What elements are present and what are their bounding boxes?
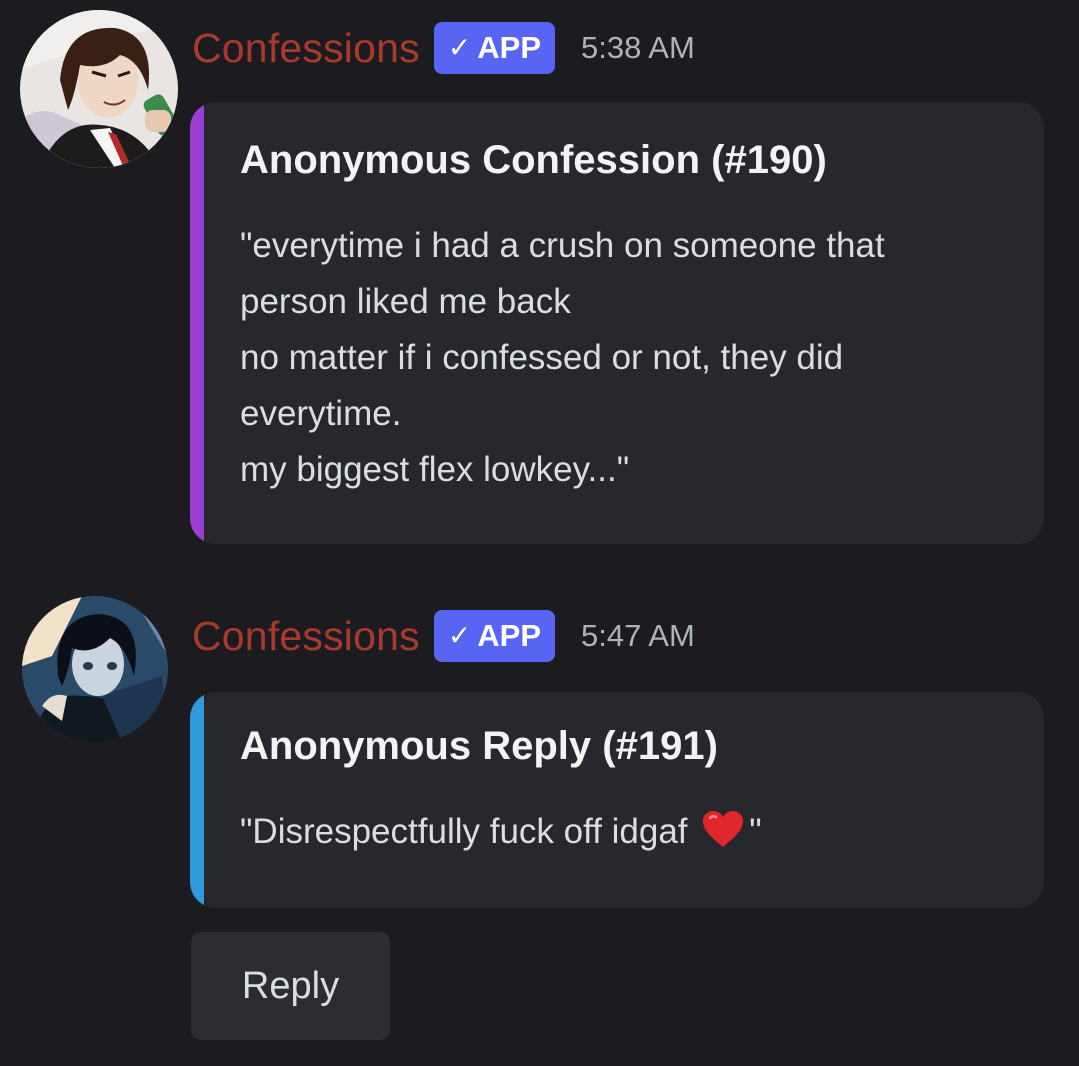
timestamp: 5:38 AM (581, 30, 695, 65)
user-avatar[interactable] (20, 10, 178, 168)
user-avatar[interactable] (22, 596, 168, 742)
username[interactable]: Confessions (192, 25, 420, 72)
checkmark-icon: ✓ (447, 620, 472, 651)
embed-card: Anonymous Reply (#191) "Disrespectfully … (190, 692, 1044, 908)
embed-title: Anonymous Confession (#190) (240, 138, 827, 182)
app-badge: ✓ APP (433, 22, 556, 74)
checkmark-icon: ✓ (447, 32, 472, 63)
heart-icon (701, 809, 745, 866)
embed-title: Anonymous Reply (#191) (240, 724, 718, 768)
description-line: my biggest flex lowkey..." (240, 450, 630, 489)
avatar-illustration (20, 10, 178, 168)
embed-accent-bar (190, 102, 204, 544)
description-line: person liked me back (240, 282, 571, 321)
badge-label: APP (477, 618, 542, 653)
app-badge: ✓ APP (433, 610, 556, 662)
message-header: Confessions ✓ APP 5:38 AM (192, 18, 695, 78)
embed-description: "Disrespectfully fuck off idgaf " (240, 804, 1014, 866)
description-text: "Disrespectfully fuck off idgaf (240, 812, 688, 851)
message-header: Confessions ✓ APP 5:47 AM (192, 606, 695, 666)
timestamp: 5:47 AM (581, 618, 695, 653)
embed-card: Anonymous Confession (#190) "everytime i… (190, 102, 1044, 544)
description-text-end: " (749, 812, 762, 851)
message-1: Confessions ✓ APP 5:38 AM Anonymous Conf… (0, 0, 1079, 560)
avatar-illustration (22, 596, 168, 742)
embed-description: "everytime i had a crush on someone that… (240, 218, 1014, 498)
description-line: no matter if i confessed or not, they di… (240, 338, 844, 377)
embed-accent-bar (190, 692, 204, 908)
reply-button[interactable]: Reply (191, 932, 390, 1040)
username[interactable]: Confessions (192, 613, 420, 660)
badge-label: APP (477, 30, 542, 65)
description-line: "everytime i had a crush on someone that (240, 226, 885, 265)
description-line: everytime. (240, 394, 402, 433)
